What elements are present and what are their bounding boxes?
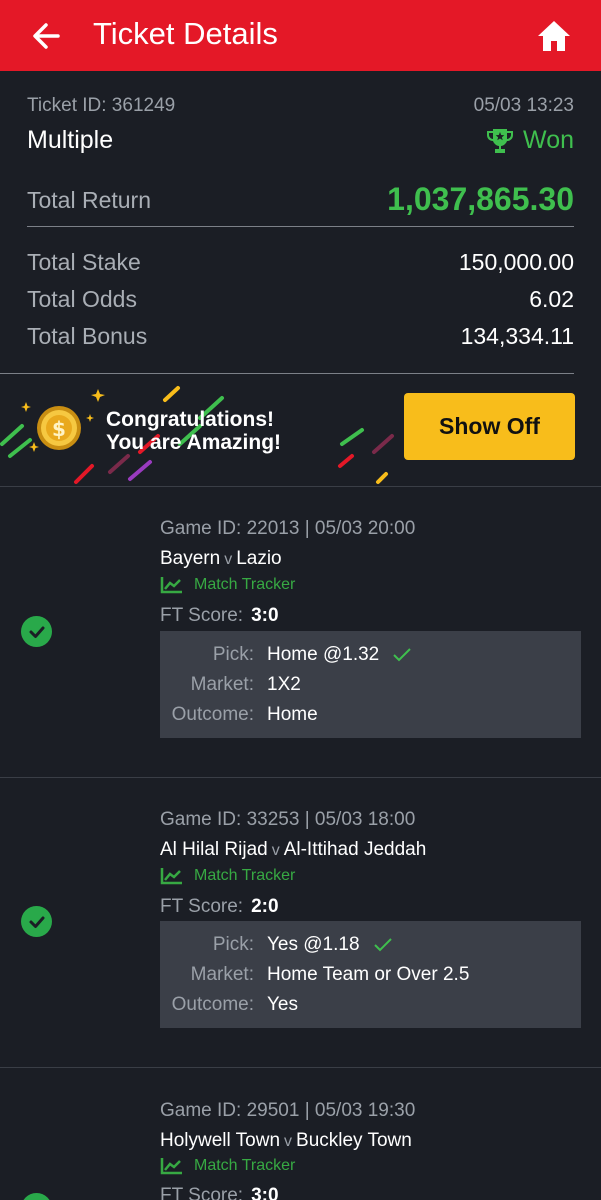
game-teams: Bayern v Lazio [160, 548, 282, 570]
pick-label: Pick: [212, 934, 254, 955]
divider [27, 226, 574, 227]
game-id: Game ID: 33253 | 05/03 18:00 [160, 809, 416, 830]
outcome-label: Outcome: [171, 994, 254, 1015]
home-icon [538, 21, 570, 51]
ticket-id: Ticket ID: 361249 [27, 95, 176, 116]
outcome-value: Home [267, 704, 318, 725]
versus-label: v [271, 842, 280, 859]
game-id: Game ID: 29501 | 05/03 19:30 [160, 1100, 416, 1121]
ft-score-label: FT Score: [160, 605, 244, 626]
won-check-icon [21, 616, 52, 647]
congrats-line-2: You are Amazing! [106, 431, 282, 454]
ft-score-label: FT Score: [160, 1185, 244, 1200]
ticket-type: Multiple [27, 126, 114, 154]
ft-score: FT Score: 3:0 [160, 605, 279, 627]
total-odds-value: 6.02 [529, 286, 574, 312]
pick-value: Home @1.32 [267, 644, 413, 666]
arrow-left-icon [33, 23, 60, 49]
won-check-icon [21, 906, 52, 937]
coin-icon: $ [37, 406, 81, 450]
congrats-text: Congratulations! You are Amazing! [106, 408, 281, 454]
market-value: Home Team or Over 2.5 [267, 964, 470, 985]
pick-text: Home @1.32 [267, 644, 380, 665]
svg-text:$: $ [52, 417, 66, 441]
match-tracker-link[interactable]: Match Tracker [160, 1157, 295, 1175]
game-id: Game ID: 22013 | 05/03 20:00 [160, 518, 416, 539]
chart-line-icon [160, 868, 182, 885]
ft-score: FT Score: 3:0 [160, 1185, 279, 1200]
away-team: Buckley Town [296, 1130, 412, 1151]
divider [0, 486, 601, 487]
ft-score-value: 2:0 [251, 896, 279, 917]
total-return-label: Total Return [27, 187, 152, 213]
chart-line-icon [160, 1158, 182, 1175]
divider [0, 777, 601, 778]
game-teams: Al Hilal Rijad v Al-Ittihad Jeddah [160, 839, 426, 861]
total-stake-value: 150,000.00 [458, 249, 574, 275]
total-odds-label: Total Odds [27, 286, 137, 312]
pick-details: Pick: Home @1.32 Market: 1X2 Outcome: Ho… [160, 631, 581, 738]
home-team: Holywell Town [160, 1130, 281, 1151]
pick-value: Yes @1.18 [267, 934, 394, 956]
show-off-button[interactable]: Show Off [404, 393, 575, 460]
match-tracker-link[interactable]: Match Tracker [160, 576, 295, 594]
ft-score-value: 3:0 [251, 605, 279, 626]
match-tracker-label: Match Tracker [194, 867, 296, 884]
home-team: Al Hilal Rijad [160, 839, 268, 860]
check-icon [373, 938, 392, 952]
pick-details: Pick: Yes @1.18 Market: Home Team or Ove… [160, 921, 581, 1028]
app-bar: Ticket Details [0, 0, 601, 71]
outcome-label: Outcome: [171, 704, 254, 725]
ft-score-value: 3:0 [251, 1185, 279, 1200]
game-teams: Holywell Town v Buckley Town [160, 1130, 412, 1152]
market-label: Market: [190, 964, 254, 985]
trophy-icon [487, 128, 514, 153]
market-label: Market: [190, 674, 254, 695]
total-bonus-label: Total Bonus [27, 323, 148, 349]
page-title: Ticket Details [93, 16, 278, 51]
chart-line-icon [160, 577, 182, 594]
won-check-icon [21, 1193, 52, 1200]
total-stake-label: Total Stake [27, 249, 141, 275]
ft-score: FT Score: 2:0 [160, 896, 279, 918]
status-label: Won [523, 126, 574, 154]
match-tracker-link[interactable]: Match Tracker [160, 867, 295, 885]
ticket-status: Won [485, 126, 574, 155]
versus-label: v [284, 1133, 293, 1150]
match-tracker-label: Match Tracker [194, 576, 296, 593]
market-value: 1X2 [267, 674, 301, 695]
home-button[interactable] [534, 18, 574, 54]
pick-text: Yes @1.18 [267, 934, 360, 955]
ticket-datetime: 05/03 13:23 [473, 95, 574, 116]
total-bonus-value: 134,334.11 [460, 323, 574, 349]
versus-label: v [224, 551, 233, 568]
away-team: Lazio [236, 548, 282, 569]
pick-label: Pick: [212, 644, 254, 665]
outcome-value: Yes [267, 994, 298, 1015]
divider [0, 1067, 601, 1068]
total-return-value: 1,037,865.30 [387, 181, 574, 217]
back-button[interactable] [28, 18, 68, 54]
match-tracker-label: Match Tracker [194, 1157, 296, 1174]
check-icon [393, 648, 411, 662]
away-team: Al-Ittihad Jeddah [283, 839, 427, 860]
congrats-line-1: Congratulations! [106, 408, 274, 431]
ft-score-label: FT Score: [160, 896, 244, 917]
home-team: Bayern [160, 548, 221, 569]
